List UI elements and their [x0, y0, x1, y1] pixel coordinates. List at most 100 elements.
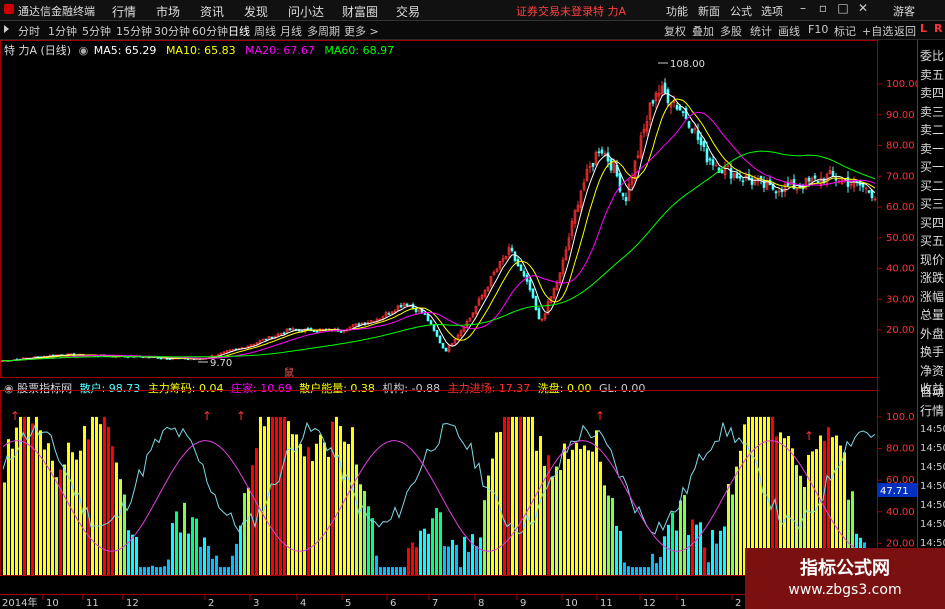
watermark-title: 指标公式网: [800, 558, 890, 579]
time-axis: 2014年 10 11 12 2 3 4 5 6 7 8 9 10 11 12 1 2: [2, 595, 741, 609]
panel-left-toggle[interactable]: L: [920, 22, 927, 35]
indicator-bar: [103, 416, 106, 575]
panel-field-0[interactable]: 委比: [920, 48, 945, 64]
indicator-bar: [663, 536, 666, 575]
indicator-bar: [591, 451, 594, 575]
panel-field-3[interactable]: 卖三: [920, 104, 945, 120]
indicator-bar: [463, 536, 466, 575]
panel-field-14[interactable]: 总量: [920, 307, 945, 323]
panel-field-17[interactable]: 净资: [920, 363, 945, 379]
tick-time: 14:50: [920, 424, 945, 435]
panel-field-6[interactable]: 买一: [920, 159, 945, 175]
indicator-bar: [115, 462, 118, 575]
panel-field-11[interactable]: 现价: [920, 252, 945, 268]
panel-field-15[interactable]: 外盘: [920, 326, 945, 342]
panel-right-toggle[interactable]: R: [934, 22, 942, 35]
indicator-bar: [371, 518, 374, 575]
panel-field-2[interactable]: 卖四: [920, 85, 945, 101]
tick-time: 14:50: [920, 443, 945, 454]
indicator-bar: [11, 448, 14, 575]
indicator-bar: [511, 416, 514, 575]
candle-body: [681, 111, 685, 113]
event-marker[interactable]: 鼠: [284, 366, 294, 379]
indicator-bar: [311, 461, 314, 575]
panel-field-10[interactable]: 买五: [920, 233, 945, 249]
price-tick: 100.00: [886, 79, 917, 90]
month-label: 1: [680, 598, 686, 609]
indicator-bar: [95, 416, 98, 575]
watermark-url: www.zbgs3.com: [788, 582, 902, 598]
indicator-tick: 100.0: [886, 412, 915, 423]
indicator-bar: [151, 565, 154, 575]
ma10-line: [1, 98, 876, 362]
indicator-bar: [515, 416, 518, 575]
candle-body: [288, 328, 292, 331]
panel-field-16[interactable]: 换手: [920, 344, 945, 360]
buy-signal-arrow-icon: ↑: [804, 429, 814, 443]
indicator-bar: [527, 416, 530, 575]
candle-body: [651, 100, 655, 104]
indicator-bar: [99, 424, 102, 575]
indicator-bar: [483, 500, 486, 575]
indicator-bar: [323, 442, 326, 575]
indicator-bar: [391, 567, 394, 575]
indicator-bar: [423, 528, 426, 575]
indicator-bar: [7, 439, 10, 575]
panel-field-13[interactable]: 涨幅: [920, 289, 945, 305]
moving-averages: [1, 93, 876, 362]
indicator-bar: [167, 559, 170, 575]
panel-field-8[interactable]: 买三: [920, 196, 945, 212]
panel-tab-1[interactable]: 行情: [920, 403, 945, 419]
indicator-bar: [171, 523, 174, 575]
indicator-bar: [67, 442, 70, 575]
indicator-bar: [51, 460, 54, 575]
candle-body: [438, 335, 442, 344]
indicator-bar: [219, 567, 222, 575]
month-label: 11: [86, 598, 99, 609]
indicator-bar: [203, 537, 206, 575]
indicator-bar: [671, 512, 674, 575]
indicator-bar: [327, 456, 330, 575]
indicator-bar: [279, 416, 282, 575]
indicator-bar: [723, 526, 726, 575]
indicator-bar: [215, 555, 218, 575]
month-label: 2: [208, 598, 214, 609]
indicator-bar: [407, 548, 410, 575]
candle-body: [534, 295, 538, 310]
candle-body: [774, 191, 778, 194]
panel-field-7[interactable]: 买二: [920, 178, 945, 194]
ma20-line: [1, 111, 876, 362]
indicator-bar: [331, 421, 334, 575]
candle-body: [690, 128, 694, 133]
indicator-bar: [155, 567, 158, 575]
panel-field-4[interactable]: 卖二: [920, 122, 945, 138]
panel-field-1[interactable]: 卖五: [920, 67, 945, 83]
candle-body: [399, 304, 403, 308]
indicator-bar: [555, 466, 558, 575]
indicator-bar: [619, 530, 622, 575]
tick-time: 14:50: [920, 500, 945, 511]
panel-field-9[interactable]: 买四: [920, 215, 945, 231]
kline-chart[interactable]: ↑ ↑ ↑ ↑ ↑ 100.00 90.00 80.00 70.00 60.00 50.00 40.…: [0, 0, 917, 609]
panel-field-5[interactable]: 卖一: [920, 141, 945, 157]
indicator-bar: [315, 443, 318, 575]
candle-body: [426, 314, 430, 322]
indicator-bar: [39, 430, 42, 575]
indicator-bar: [595, 430, 598, 575]
indicator-bar: [363, 490, 366, 575]
candle-body: [597, 151, 601, 153]
tick-time: 14:50: [920, 462, 945, 473]
candle-body: [708, 158, 712, 161]
quote-side-panel: L R 委比卖五卖四卖三卖二卖一买一买二买三买四买五现价涨跌涨幅总量外盘换手净资…: [917, 22, 945, 609]
candle-body: [831, 170, 835, 177]
price-tick: 50.00: [886, 233, 915, 244]
indicator-bar: [651, 553, 654, 575]
panel-field-12[interactable]: 涨跌: [920, 270, 945, 286]
panel-tab-0[interactable]: 自动: [920, 384, 945, 400]
candle-body: [423, 313, 427, 315]
indicator-bar: [387, 567, 390, 575]
indicator-bar: [659, 557, 662, 575]
indicator-bar: [179, 532, 182, 575]
indicator-bar: [675, 530, 678, 575]
indicator-bar: [291, 434, 294, 575]
